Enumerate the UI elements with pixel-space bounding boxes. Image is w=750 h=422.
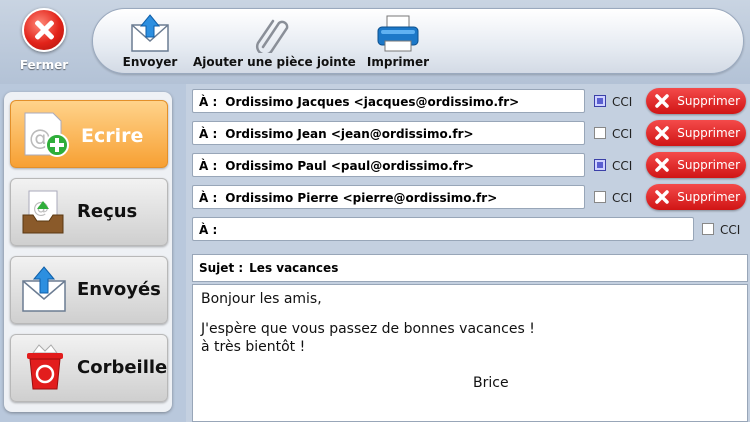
compose-icon: @ (24, 112, 69, 157)
recipient-field[interactable]: À : Ordissimo Jacques <jacques@ordissimo.… (192, 89, 585, 113)
close-icon (22, 8, 66, 52)
cci-toggle[interactable]: CCI (594, 94, 632, 110)
delete-x-icon (655, 158, 669, 172)
message-greeting: Bonjour les amis, (201, 291, 322, 307)
recipient-field[interactable]: À : Ordissimo Paul <paul@ordissimo.fr> (192, 153, 585, 177)
close-label: Fermer (19, 58, 69, 72)
recipient-value: Ordissimo Jacques <jacques@ordissimo.fr> (225, 95, 520, 109)
cci-label: CCI (612, 95, 633, 109)
recipient-field[interactable]: À : Ordissimo Jean <jean@ordissimo.fr> (192, 121, 585, 145)
recipient-value: Ordissimo Paul <paul@ordissimo.fr> (225, 159, 474, 173)
delete-x-icon (655, 126, 669, 140)
sidebar-item-label: Corbeille (77, 357, 168, 378)
message-body[interactable]: Bonjour les amis, J'espère que vous pass… (192, 284, 748, 422)
inbox-icon: @ (22, 190, 64, 234)
paperclip-icon (256, 19, 289, 53)
recipient-prefix: À : (199, 127, 218, 141)
send-icon (131, 14, 169, 52)
cci-checkbox[interactable] (594, 159, 606, 171)
top-bar: Fermer Envoyer Ajouter une pièce jointe (0, 0, 750, 84)
sent-icon (22, 266, 66, 312)
cci-checkbox[interactable] (702, 223, 714, 235)
action-toolbar: Envoyer Ajouter une pièce jointe Imprime… (92, 8, 744, 74)
message-spacer (201, 309, 739, 321)
trash-icon (27, 344, 63, 390)
recipient-prefix: À : (199, 95, 218, 109)
cci-toggle[interactable]: CCI (702, 222, 740, 238)
delete-x-icon (655, 190, 669, 204)
message-line: J'espère que vous passez de bonnes vacan… (201, 321, 535, 337)
message-signature: Brice (473, 375, 509, 391)
subject-field[interactable]: Sujet : Les vacances (192, 254, 748, 282)
cci-checkbox[interactable] (594, 95, 606, 107)
recipient-prefix: À : (199, 159, 218, 173)
delete-recipient-button[interactable]: Supprimer (646, 120, 746, 146)
delete-label: Supprimer (677, 126, 740, 140)
delete-recipient-button[interactable]: Supprimer (646, 152, 746, 178)
subject-prefix: Sujet : (199, 261, 244, 275)
recipient-prefix: À : (199, 223, 218, 237)
cci-toggle[interactable]: CCI (594, 126, 632, 142)
cci-checkbox[interactable] (594, 191, 606, 203)
delete-label: Supprimer (677, 190, 740, 204)
recipient-field[interactable]: À : Ordissimo Pierre <pierre@ordissimo.fr… (192, 185, 585, 209)
recipient-value: Ordissimo Jean <jean@ordissimo.fr> (225, 127, 474, 141)
print-label: Imprimer (366, 55, 430, 69)
cci-toggle[interactable]: CCI (594, 158, 632, 174)
delete-label: Supprimer (677, 158, 740, 172)
close-button[interactable]: Fermer (8, 6, 80, 76)
sidebar-item-label: Ecrire (81, 125, 144, 147)
attach-button[interactable]: Ajouter une pièce jointe (193, 13, 356, 71)
subject-value: Les vacances (249, 261, 339, 275)
sidebar-item-trash[interactable]: Corbeille (10, 334, 168, 402)
recipient-prefix: À : (199, 191, 218, 205)
sidebar-item-label: Reçus (77, 201, 138, 222)
sidebar-item-compose[interactable]: @ Ecrire (10, 100, 168, 168)
message-line: à très bientôt ! (201, 339, 306, 355)
cci-label: CCI (612, 159, 633, 173)
cci-label: CCI (612, 191, 633, 205)
send-label: Envoyer (122, 55, 178, 69)
printer-icon (377, 15, 419, 52)
cci-checkbox[interactable] (594, 127, 606, 139)
cci-label: CCI (720, 223, 741, 237)
sidebar: @ Ecrire @ Reçus Envoyés Corbeille (4, 92, 172, 412)
sidebar-item-sent[interactable]: Envoyés (10, 256, 168, 324)
cci-label: CCI (612, 127, 633, 141)
delete-recipient-button[interactable]: Supprimer (646, 184, 746, 210)
delete-label: Supprimer (677, 94, 740, 108)
send-button[interactable]: Envoyer (115, 13, 185, 71)
cci-toggle[interactable]: CCI (594, 190, 632, 206)
delete-x-icon (655, 94, 669, 108)
delete-recipient-button[interactable]: Supprimer (646, 88, 746, 114)
recipient-value: Ordissimo Pierre <pierre@ordissimo.fr> (225, 191, 498, 205)
attach-label: Ajouter une pièce jointe (193, 55, 356, 69)
sidebar-item-label: Envoyés (77, 279, 161, 300)
sidebar-item-inbox[interactable]: @ Reçus (10, 178, 168, 246)
print-button[interactable]: Imprimer (363, 13, 433, 71)
recipient-field-empty[interactable]: À : (192, 217, 694, 241)
